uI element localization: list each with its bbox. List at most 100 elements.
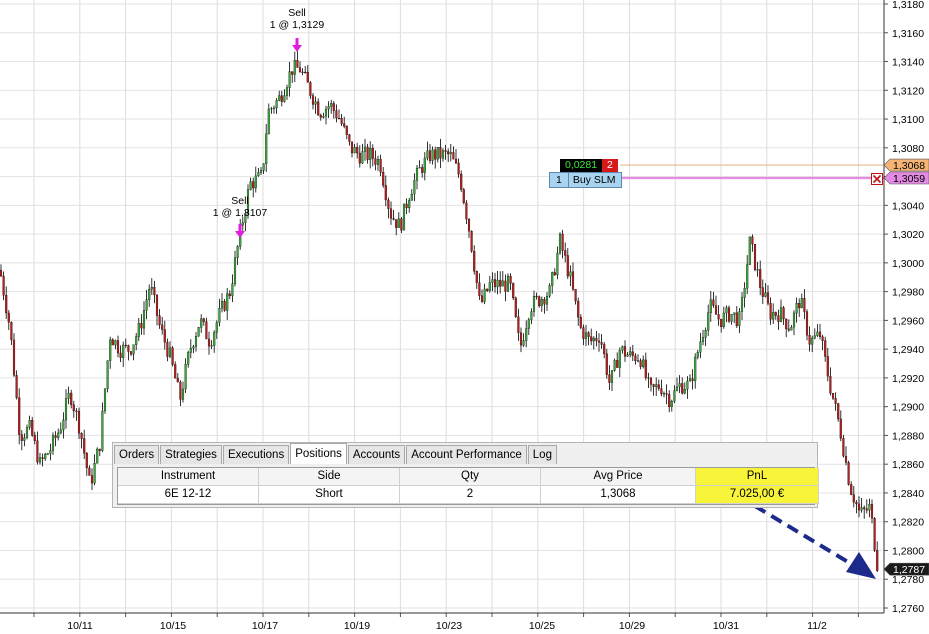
candle-body [262, 163, 265, 171]
candle-body [59, 429, 62, 434]
candle-body [564, 250, 567, 256]
sell-annotation: Sell1 @ 1,3129 [270, 7, 324, 52]
dashed-arrow-line [753, 504, 860, 570]
candle-body [332, 103, 335, 111]
candle-body [387, 199, 390, 209]
price-markers [620, 164, 884, 180]
table-row[interactable]: 6E 12-12 Short 2 1,3068 7.025,00 € [118, 486, 819, 504]
candle-body [124, 344, 127, 346]
column-header-qty[interactable]: Qty [400, 468, 541, 486]
sell-price-label: 1 @ 1,3107 [213, 207, 268, 219]
candle-body [629, 351, 632, 355]
tab-log[interactable]: Log [527, 445, 557, 464]
candle-body [270, 108, 273, 110]
tab-strategies[interactable]: Strategies [160, 445, 222, 464]
position-tag[interactable]: 0,0281 2 [560, 159, 618, 172]
candle-body [850, 484, 853, 495]
candle-body [512, 283, 515, 299]
tab-account-performance[interactable]: Account Performance [406, 445, 527, 464]
positions-grid: Instrument Side Qty Avg Price PnL 6E 12-… [117, 467, 819, 505]
candle-body [135, 336, 138, 345]
candle-body [142, 310, 146, 329]
y-tick-label: 1,3140 [892, 57, 924, 69]
candle-body [337, 117, 341, 120]
candle-body [813, 335, 816, 339]
candle-body [259, 170, 263, 173]
candle-body [803, 298, 806, 312]
candle-body [795, 303, 798, 314]
candle-body [535, 296, 538, 298]
candle-body [103, 388, 107, 412]
column-header-side[interactable]: Side [259, 468, 400, 486]
arrow-head-icon [846, 552, 876, 579]
order-qty: 1 [550, 173, 569, 187]
y-tick-label: 1,3080 [892, 143, 924, 155]
candle-body [44, 453, 47, 459]
candle-body [470, 230, 473, 252]
y-tick-label: 1,2860 [892, 459, 924, 471]
column-header-instrument[interactable]: Instrument [118, 468, 259, 486]
candle-body [153, 287, 156, 296]
candle-body [174, 364, 177, 379]
candle-body [777, 315, 780, 322]
candle-body [473, 251, 476, 272]
candle-body [551, 272, 554, 286]
candle-body [405, 203, 408, 209]
candle-body [636, 360, 640, 362]
column-header-avg-price[interactable]: Avg Price [541, 468, 696, 486]
candle-body [761, 287, 764, 297]
candle-body [353, 147, 356, 154]
position-qty: 2 [602, 159, 618, 172]
candle-body [181, 388, 185, 400]
tab-accounts[interactable]: Accounts [347, 445, 406, 464]
column-header-pnl[interactable]: PnL [696, 468, 819, 486]
tab-executions[interactable]: Executions [222, 445, 290, 464]
candle-body [436, 147, 439, 160]
candle-body [647, 377, 650, 379]
x-tick-label: 10/11 [67, 620, 93, 632]
candle-body [421, 167, 424, 173]
candle-body [556, 252, 559, 276]
sell-arrow-shaft [295, 38, 299, 46]
candle-body [330, 103, 333, 107]
candle-body [621, 346, 624, 351]
y-tick-label: 1,2800 [892, 545, 924, 557]
candle-body [319, 114, 322, 118]
candle-body [28, 419, 31, 428]
candle-body [148, 289, 151, 300]
candle-body [291, 71, 294, 75]
candle-body [792, 312, 796, 328]
candle-body [766, 292, 770, 304]
price-chart[interactable]: Sell1 @ 1,3129Sell1 @ 1,3107 1,27601,278… [0, 0, 929, 634]
sell-label: Sell [231, 195, 249, 207]
tab-orders[interactable]: Orders [114, 445, 160, 464]
candle-body [753, 243, 757, 270]
candle-body [101, 410, 104, 451]
candle-body [720, 318, 723, 328]
candle-body [486, 288, 489, 291]
candle-body [569, 271, 572, 277]
candle-body [582, 327, 585, 339]
close-icon[interactable] [871, 173, 883, 185]
candle-body [704, 329, 707, 338]
candle-body [522, 340, 525, 346]
candle-body [171, 347, 174, 365]
y-tick-label: 1,2760 [892, 603, 924, 615]
candle-body [317, 101, 320, 116]
candle-body [358, 152, 361, 164]
candle-body [189, 348, 192, 353]
candle-body [288, 71, 291, 88]
time-axis: 10/11 10/15 10/17 10/19 10/23 10/25 10/29 10/31… [0, 612, 884, 632]
candle-body [64, 398, 68, 421]
candle-body [772, 312, 775, 320]
order-tag-buy-slm[interactable]: 1 Buy SLM [549, 172, 623, 188]
candle-body [397, 218, 400, 228]
candle-body [860, 507, 863, 511]
candle-body [452, 152, 455, 160]
tab-positions[interactable]: Positions [290, 443, 347, 464]
candle-body [660, 388, 663, 395]
candle-body [231, 283, 234, 297]
y-tick-label: 1,2820 [892, 517, 924, 529]
candle-body [540, 299, 543, 307]
candle-body [36, 440, 39, 463]
